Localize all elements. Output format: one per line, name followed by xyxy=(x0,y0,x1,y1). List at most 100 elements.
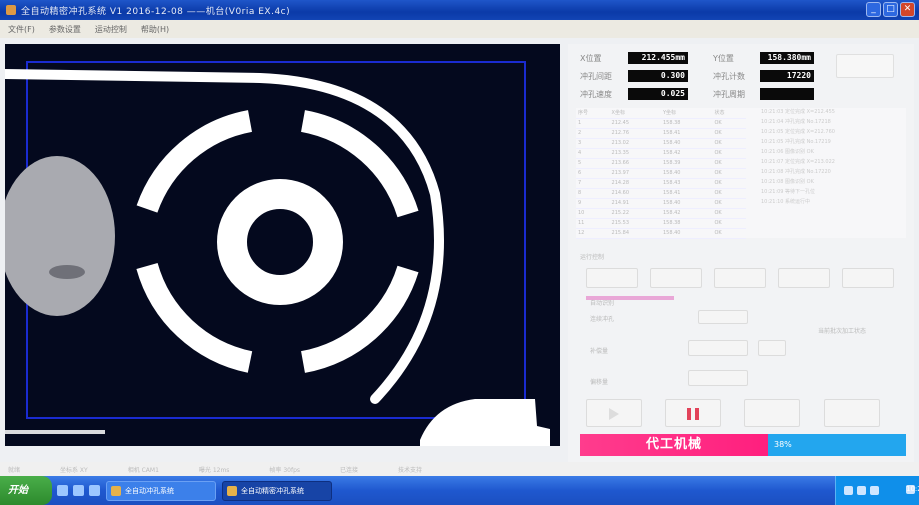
table-row[interactable]: 7 214.28 158.43 OK xyxy=(576,178,746,189)
close-button[interactable]: ✕ xyxy=(900,2,915,17)
jog-button-4[interactable] xyxy=(778,268,830,288)
menu-bar: 文件(F) 参数设置 运动控制 帮助(H) xyxy=(0,20,919,38)
field-label-compensation: 补偿量 xyxy=(590,348,609,355)
camera-image xyxy=(5,61,550,446)
quick-launch-icon[interactable] xyxy=(57,485,68,496)
position-table: 序号 X坐标 Y坐标 状态 1 212.45 158.38 OK 2 212.76 158.… xyxy=(576,108,746,239)
table-header: X坐标 xyxy=(609,108,661,119)
status-bar: 就绪 坐标系 XY 相机 CAM1 曝光 12ms 帧率 30fps 已连接 技术支持 xyxy=(0,462,919,476)
play-icon xyxy=(609,408,619,420)
table-cell: 7 xyxy=(576,178,610,189)
log-entry: 10:21:06 图像识别 OK xyxy=(761,149,814,155)
table-cell: 213.66 xyxy=(609,158,661,169)
volume-icon[interactable] xyxy=(857,486,866,495)
table-cell: 213.35 xyxy=(609,148,661,159)
log-entry: 10:21:07 定位完成 X=213.022 xyxy=(761,159,835,165)
pause-button[interactable] xyxy=(665,399,721,427)
table-cell: 158.41 xyxy=(660,188,713,199)
jog-button-5[interactable] xyxy=(842,268,894,288)
menu-settings[interactable]: 参数设置 xyxy=(49,24,81,35)
table-cell: 212.45 xyxy=(609,118,661,129)
start-menu-button[interactable]: 开始 xyxy=(0,476,52,505)
table-row[interactable]: 8 214.60 158.41 OK xyxy=(576,188,746,199)
table-cell: 215.22 xyxy=(609,208,661,219)
table-cell: 214.28 xyxy=(609,178,661,189)
desktop-screen: 全自动精密冲孔系统 V1 2016-12-08 ——机台(V0ria EX.4c… xyxy=(0,0,919,505)
table-cell: 8 xyxy=(576,188,610,199)
table-row[interactable]: 6 213.97 158.40 OK xyxy=(576,168,746,179)
readout-value-speed: 0.025 xyxy=(628,88,688,100)
taskbar: 开始 全自动冲孔系统 全自动精密冲孔系统 10:21 xyxy=(0,476,919,505)
table-cell: 214.91 xyxy=(609,198,661,209)
brand-banner: 代工机械 38% xyxy=(580,434,906,456)
table-header: Y坐标 xyxy=(660,108,713,119)
table-row[interactable]: 1 212.45 158.38 OK xyxy=(576,118,746,129)
table-cell: OK xyxy=(712,118,746,129)
panel-action-button[interactable] xyxy=(836,54,894,78)
table-cell: OK xyxy=(712,138,746,149)
table-row[interactable]: 4 213.35 158.42 OK xyxy=(576,148,746,159)
table-cell: 10 xyxy=(576,208,610,219)
table-header: 状态 xyxy=(712,108,746,119)
camera-view[interactable] xyxy=(5,44,560,446)
readout-value-x: 212.455mm xyxy=(628,52,688,64)
table-cell: OK xyxy=(712,188,746,199)
offset-input[interactable] xyxy=(688,370,748,386)
quick-launch-icon[interactable] xyxy=(73,485,84,496)
table-cell: 158.40 xyxy=(660,198,713,209)
window-title: 全自动精密冲孔系统 V1 2016-12-08 ——机台(V0ria EX.4c… xyxy=(21,6,291,17)
table-row[interactable]: 9 214.91 158.40 OK xyxy=(576,198,746,209)
table-cell: 4 xyxy=(576,148,610,159)
window-title-bar: 全自动精密冲孔系统 V1 2016-12-08 ——机台(V0ria EX.4c… xyxy=(0,0,919,20)
status-field: 坐标系 XY xyxy=(60,466,88,474)
table-row[interactable]: 2 212.76 158.41 OK xyxy=(576,128,746,139)
ime-icon[interactable] xyxy=(870,486,879,495)
table-row[interactable]: 12 215.84 158.40 OK xyxy=(576,228,746,239)
menu-file[interactable]: 文件(F) xyxy=(8,24,35,35)
compensation-input[interactable] xyxy=(688,340,748,356)
menu-motion[interactable]: 运动控制 xyxy=(95,24,127,35)
jog-button-2[interactable] xyxy=(650,268,702,288)
reset-button[interactable] xyxy=(824,399,880,427)
compensation-apply[interactable] xyxy=(758,340,786,356)
log-entry: 10:21:05 冲孔完成 No.17219 xyxy=(761,139,831,145)
table-cell: 213.97 xyxy=(609,168,661,179)
table-row[interactable]: 11 215.53 158.38 OK xyxy=(576,218,746,229)
option-continuous[interactable]: 连续冲孔 xyxy=(590,314,614,323)
table-cell: 212.76 xyxy=(609,128,661,139)
table-cell: 9 xyxy=(576,198,610,209)
app-icon xyxy=(6,5,16,15)
maximize-button[interactable]: □ xyxy=(883,2,898,17)
log-list: 10:21:03 定位完成 X=212.455 10:21:04 冲孔完成 No.… xyxy=(761,108,906,208)
table-cell: OK xyxy=(712,178,746,189)
option-field[interactable] xyxy=(698,310,748,324)
center-ring xyxy=(217,179,343,305)
start-button[interactable] xyxy=(586,399,642,427)
table-row[interactable]: 3 213.02 158.40 OK xyxy=(576,138,746,149)
option-auto-recognize[interactable]: 自动识别 xyxy=(590,298,614,307)
table-cell: 215.53 xyxy=(609,218,661,229)
quick-launch-icon[interactable] xyxy=(89,485,100,496)
readout-value-count: 17220 xyxy=(760,70,814,82)
log-entry: 10:21:04 冲孔完成 No.17218 xyxy=(761,119,831,125)
target-mark xyxy=(136,110,419,373)
readout-label-x: X位置 xyxy=(580,54,602,63)
table-row[interactable]: 10 215.22 158.42 OK xyxy=(576,208,746,219)
readout-label-cycle: 冲孔周期 xyxy=(713,90,745,99)
table-cell: OK xyxy=(712,128,746,139)
table-cell: 3 xyxy=(576,138,610,149)
table-row[interactable]: 5 213.66 158.39 OK xyxy=(576,158,746,169)
table-cell: 158.42 xyxy=(660,208,713,219)
table-cell: 158.41 xyxy=(660,128,713,139)
taskbar-item-precision-punch[interactable]: 全自动精密冲孔系统 xyxy=(222,480,332,501)
jog-button-3[interactable] xyxy=(714,268,766,288)
network-icon[interactable] xyxy=(844,486,853,495)
table-cell: 158.40 xyxy=(660,138,713,149)
taskbar-item-punch[interactable]: 全自动冲孔系统 xyxy=(106,480,216,501)
table-cell: 215.84 xyxy=(609,228,661,239)
menu-help[interactable]: 帮助(H) xyxy=(141,24,169,35)
jog-button-1[interactable] xyxy=(586,268,638,288)
stop-button[interactable] xyxy=(744,399,800,427)
clock[interactable]: 10:21 xyxy=(906,485,919,494)
minimize-button[interactable]: _ xyxy=(866,2,881,17)
